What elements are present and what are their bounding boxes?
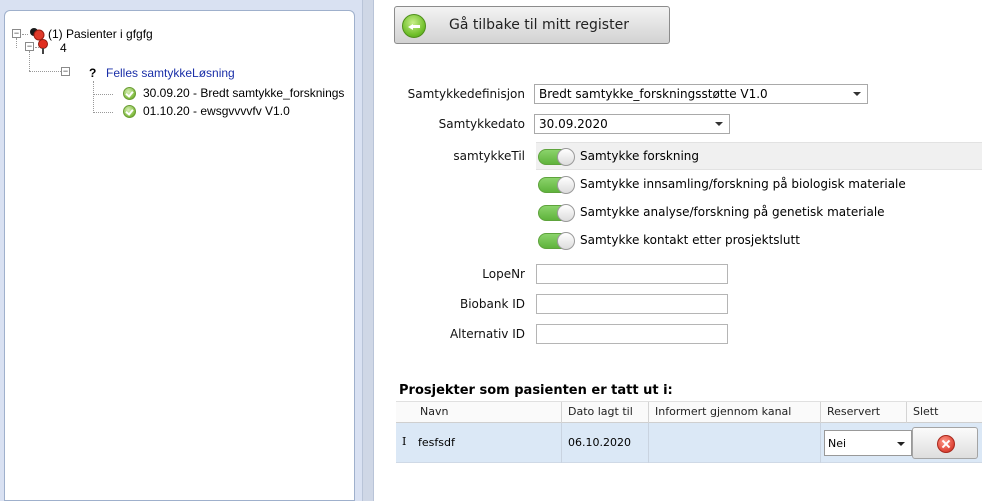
samtykketil-label: samtykkeTil <box>453 149 525 163</box>
question-icon: ? <box>89 66 97 80</box>
column-header-navn[interactable]: Navn <box>420 405 448 418</box>
lopenr-label: LopeNr <box>482 267 525 281</box>
projects-grid: Navn Dato lagt til Informert gjennom kan… <box>396 401 982 501</box>
samtykkedato-label: Samtykkedato <box>438 117 525 131</box>
projects-section-title: Prosjekter som pasienten er tatt ut i: <box>399 383 673 398</box>
arrow-left-icon <box>402 14 426 38</box>
check-circle-icon <box>123 87 136 100</box>
samtykkedato-datepicker[interactable]: 30.09.2020 <box>534 114 730 134</box>
column-header-reservert[interactable]: Reservert <box>827 405 880 418</box>
chevron-down-icon <box>715 122 723 126</box>
collapse-root-toggle[interactable]: − <box>12 29 21 38</box>
patient-tree: − (1) Pasienter i gfgfg − 4 − ? Felles s <box>5 11 354 500</box>
back-to-register-button[interactable]: Gå tilbake til mitt register <box>394 6 670 44</box>
patient-icon <box>38 39 48 54</box>
column-header-dato[interactable]: Dato lagt til <box>568 405 633 418</box>
toggle-forskning[interactable] <box>538 148 575 166</box>
grid-header: Navn Dato lagt til Informert gjennom kan… <box>396 401 982 424</box>
alternativ-id-field[interactable] <box>536 324 728 344</box>
samtykkedefinisjon-dropdown[interactable]: Bredt samtykke_forskningsstøtte V1.0 <box>534 84 868 104</box>
reservert-value: Nei <box>828 437 847 450</box>
table-row[interactable]: I fesfsdf 06.10.2020 Nei <box>396 423 982 463</box>
toggle-label: Samtykke forskning <box>580 149 699 163</box>
reservert-dropdown[interactable]: Nei <box>824 430 912 456</box>
tree-group-label[interactable]: Felles samtykkeLøsning <box>106 66 235 80</box>
splitter[interactable] <box>362 0 374 501</box>
samtykkedefinisjon-value: Bredt samtykke_forskningsstøtte V1.0 <box>539 87 768 101</box>
collapse-group-toggle[interactable]: − <box>61 67 70 76</box>
tree-panel: − (1) Pasienter i gfgfg − 4 − ? Felles s <box>4 10 355 501</box>
column-header-slett[interactable]: Slett <box>913 405 938 418</box>
alternativ-id-label: Alternativ ID <box>449 327 525 341</box>
toggle-genetisk[interactable] <box>538 204 575 222</box>
toggle-row-kontakt: Samtykke kontakt etter prosjektslutt <box>536 227 982 253</box>
collapse-patient-toggle[interactable]: − <box>25 42 34 51</box>
samtykkedefinisjon-label: Samtykkedefinisjon <box>407 87 525 101</box>
column-header-kanal[interactable]: Informert gjennom kanal <box>655 405 791 418</box>
samtykkedato-value: 30.09.2020 <box>539 117 608 131</box>
tree-item-consent-2[interactable]: 01.10.20 - ewsgvvvvfv V1.0 <box>143 104 290 118</box>
toggle-kontakt[interactable] <box>538 232 575 250</box>
row-indicator: I <box>402 435 407 448</box>
navigation-pane: − (1) Pasienter i gfgfg − 4 − ? Felles s <box>0 0 362 501</box>
tree-item-consent-1[interactable]: 30.09.20 - Bredt samtykke_forsknings <box>143 86 344 100</box>
biobank-id-field[interactable] <box>536 294 728 314</box>
toggle-label: Samtykke kontakt etter prosjektslutt <box>580 233 800 247</box>
tree-patient-label[interactable]: 4 <box>60 41 67 55</box>
delete-project-button[interactable] <box>912 427 978 459</box>
back-button-label: Gå tilbake til mitt register <box>449 17 629 33</box>
toggle-row-forskning: Samtykke forskning <box>536 142 982 170</box>
toggle-row-biologisk: Samtykke innsamling/forskning på biologi… <box>536 171 982 197</box>
lopenr-field[interactable] <box>536 264 728 284</box>
delete-icon <box>937 435 955 453</box>
tree-root-label[interactable]: (1) Pasienter i gfgfg <box>48 27 153 41</box>
chevron-down-icon <box>897 442 905 446</box>
chevron-down-icon <box>853 92 861 96</box>
toggle-label: Samtykke analyse/forskning på genetisk m… <box>580 205 885 219</box>
cell-navn[interactable]: fesfsdf <box>418 436 455 449</box>
check-circle-icon <box>123 105 136 118</box>
toggle-row-genetisk: Samtykke analyse/forskning på genetisk m… <box>536 199 982 225</box>
toggle-label: Samtykke innsamling/forskning på biologi… <box>580 177 906 191</box>
cell-dato[interactable]: 06.10.2020 <box>568 436 631 449</box>
biobank-id-label: Biobank ID <box>459 297 525 311</box>
toggle-biologisk[interactable] <box>538 176 575 194</box>
